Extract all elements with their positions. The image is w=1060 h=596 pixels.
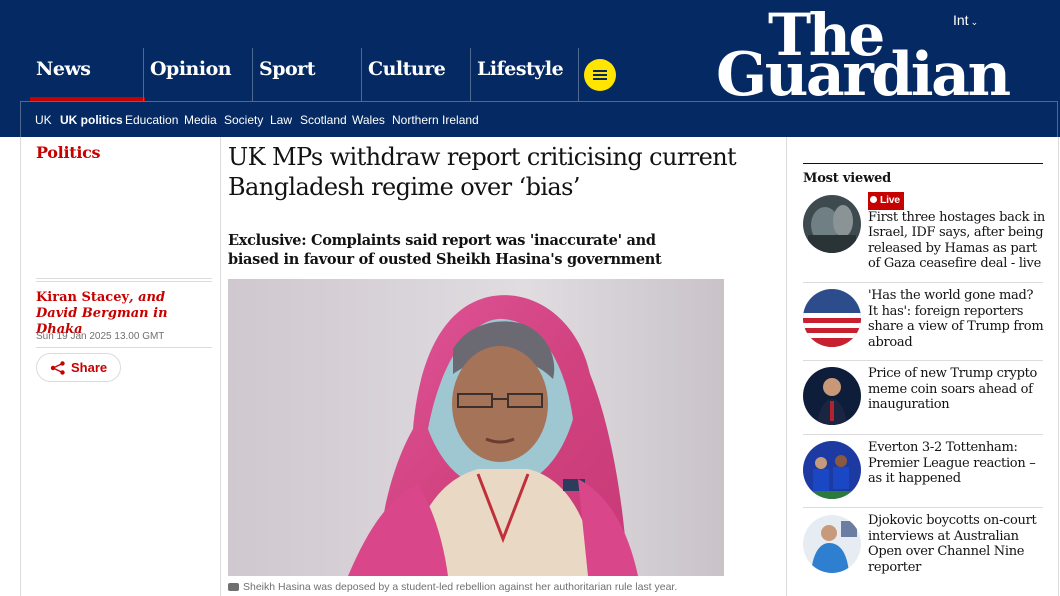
- pillar-label: Lifestyle: [477, 58, 564, 80]
- pillar-label: Culture: [368, 58, 446, 80]
- live-dot-icon: [870, 196, 877, 203]
- pillar-label: News: [36, 58, 91, 80]
- menu-button[interactable]: [584, 59, 616, 91]
- pillar-news[interactable]: News: [30, 48, 145, 101]
- share-icon: [50, 361, 65, 375]
- item-divider: [803, 507, 1043, 508]
- subnav-northern-ireland[interactable]: Northern Ireland: [392, 113, 479, 127]
- menu-icon: [593, 70, 607, 72]
- live-badge: Live: [868, 192, 904, 210]
- subnav-uk-politics[interactable]: UK politics: [60, 113, 123, 127]
- thumbnail: [803, 515, 861, 573]
- share-label: Share: [71, 360, 108, 375]
- most-viewed-item[interactable]: Live First three hostages back in Israel…: [803, 192, 1046, 272]
- most-viewed-headline: Djokovic boycotts on-court interviews at…: [868, 513, 1037, 575]
- item-divider: [803, 434, 1043, 435]
- live-label: Live: [880, 194, 900, 206]
- most-viewed-headline: Live First three hostages back in Israel…: [868, 192, 1046, 272]
- headline-text: First three hostages back in Israel, IDF…: [868, 209, 1045, 272]
- item-divider: [803, 360, 1043, 361]
- subnav-law[interactable]: Law: [270, 113, 292, 127]
- sub-navigation: UK UK politics Education Media Society L…: [20, 101, 1058, 137]
- most-viewed-headline: 'Has the world gone mad? It has': foreig…: [868, 288, 1044, 350]
- meta-divider: [36, 281, 212, 282]
- column-divider: [220, 137, 221, 596]
- most-viewed-item[interactable]: 'Has the world gone mad? It has': foreig…: [803, 288, 1044, 356]
- caption-text: Sheikh Hasina was deposed by a student-l…: [243, 581, 678, 593]
- most-viewed-title: Most viewed: [803, 171, 892, 186]
- logo-line-2: Guardian: [716, 40, 1011, 110]
- site-header: Int ⌄ The Guardian News Opinion Sport Cul…: [0, 0, 1060, 137]
- article-main-image: [228, 279, 724, 576]
- column-divider: [1058, 137, 1059, 596]
- item-divider: [803, 282, 1043, 283]
- subnav-society[interactable]: Society: [224, 113, 263, 127]
- chevron-down-icon: ⌄: [970, 17, 979, 27]
- subnav-wales[interactable]: Wales: [352, 113, 385, 127]
- most-viewed-headline: Price of new Trump crypto meme coin soar…: [868, 366, 1038, 412]
- image-caption: Sheikh Hasina was deposed by a student-l…: [228, 581, 677, 593]
- subnav-education[interactable]: Education: [125, 113, 178, 127]
- publish-date: Sun 19 Jan 2025 13.00 GMT: [36, 331, 165, 342]
- pillar-opinion[interactable]: Opinion: [143, 48, 253, 101]
- column-divider: [786, 137, 787, 596]
- subnav-scotland[interactable]: Scotland: [300, 113, 347, 127]
- most-viewed-top-rule: [803, 163, 1043, 164]
- column-divider: [20, 137, 21, 596]
- thumbnail: [803, 195, 861, 253]
- article-standfirst: Exclusive: Complaints said report was 'i…: [228, 232, 662, 268]
- subnav-uk[interactable]: UK: [35, 113, 52, 127]
- subnav-media[interactable]: Media: [184, 113, 217, 127]
- pillar-divider: [578, 48, 579, 101]
- camera-icon: [228, 583, 239, 591]
- meta-divider: [36, 278, 212, 279]
- edition-switcher[interactable]: Int ⌄: [953, 12, 978, 28]
- most-viewed-item[interactable]: Djokovic boycotts on-court interviews at…: [803, 513, 1043, 583]
- most-viewed-item[interactable]: Everton 3-2 Tottenham: Premier League re…: [803, 440, 1043, 502]
- section-label[interactable]: Politics: [36, 143, 101, 162]
- pillar-label: Sport: [259, 58, 315, 80]
- edition-label: Int: [953, 12, 969, 28]
- byline-author[interactable]: Kiran Stacey: [36, 290, 129, 305]
- meta-divider: [36, 347, 212, 348]
- thumbnail: [803, 289, 861, 347]
- share-button[interactable]: Share: [36, 353, 121, 382]
- pillar-label: Opinion: [150, 58, 232, 80]
- menu-icon-bar: [593, 78, 607, 80]
- pillar-culture[interactable]: Culture: [361, 48, 471, 101]
- pillar-lifestyle[interactable]: Lifestyle: [470, 48, 580, 101]
- most-viewed-item[interactable]: Price of new Trump crypto meme coin soar…: [803, 366, 1043, 428]
- menu-icon-bar: [593, 74, 607, 76]
- most-viewed-headline: Everton 3-2 Tottenham: Premier League re…: [868, 440, 1036, 486]
- thumbnail: [803, 441, 861, 499]
- thumbnail: [803, 367, 861, 425]
- article-headline: UK MPs withdraw report criticising curre…: [228, 143, 737, 201]
- pillar-sport[interactable]: Sport: [252, 48, 362, 101]
